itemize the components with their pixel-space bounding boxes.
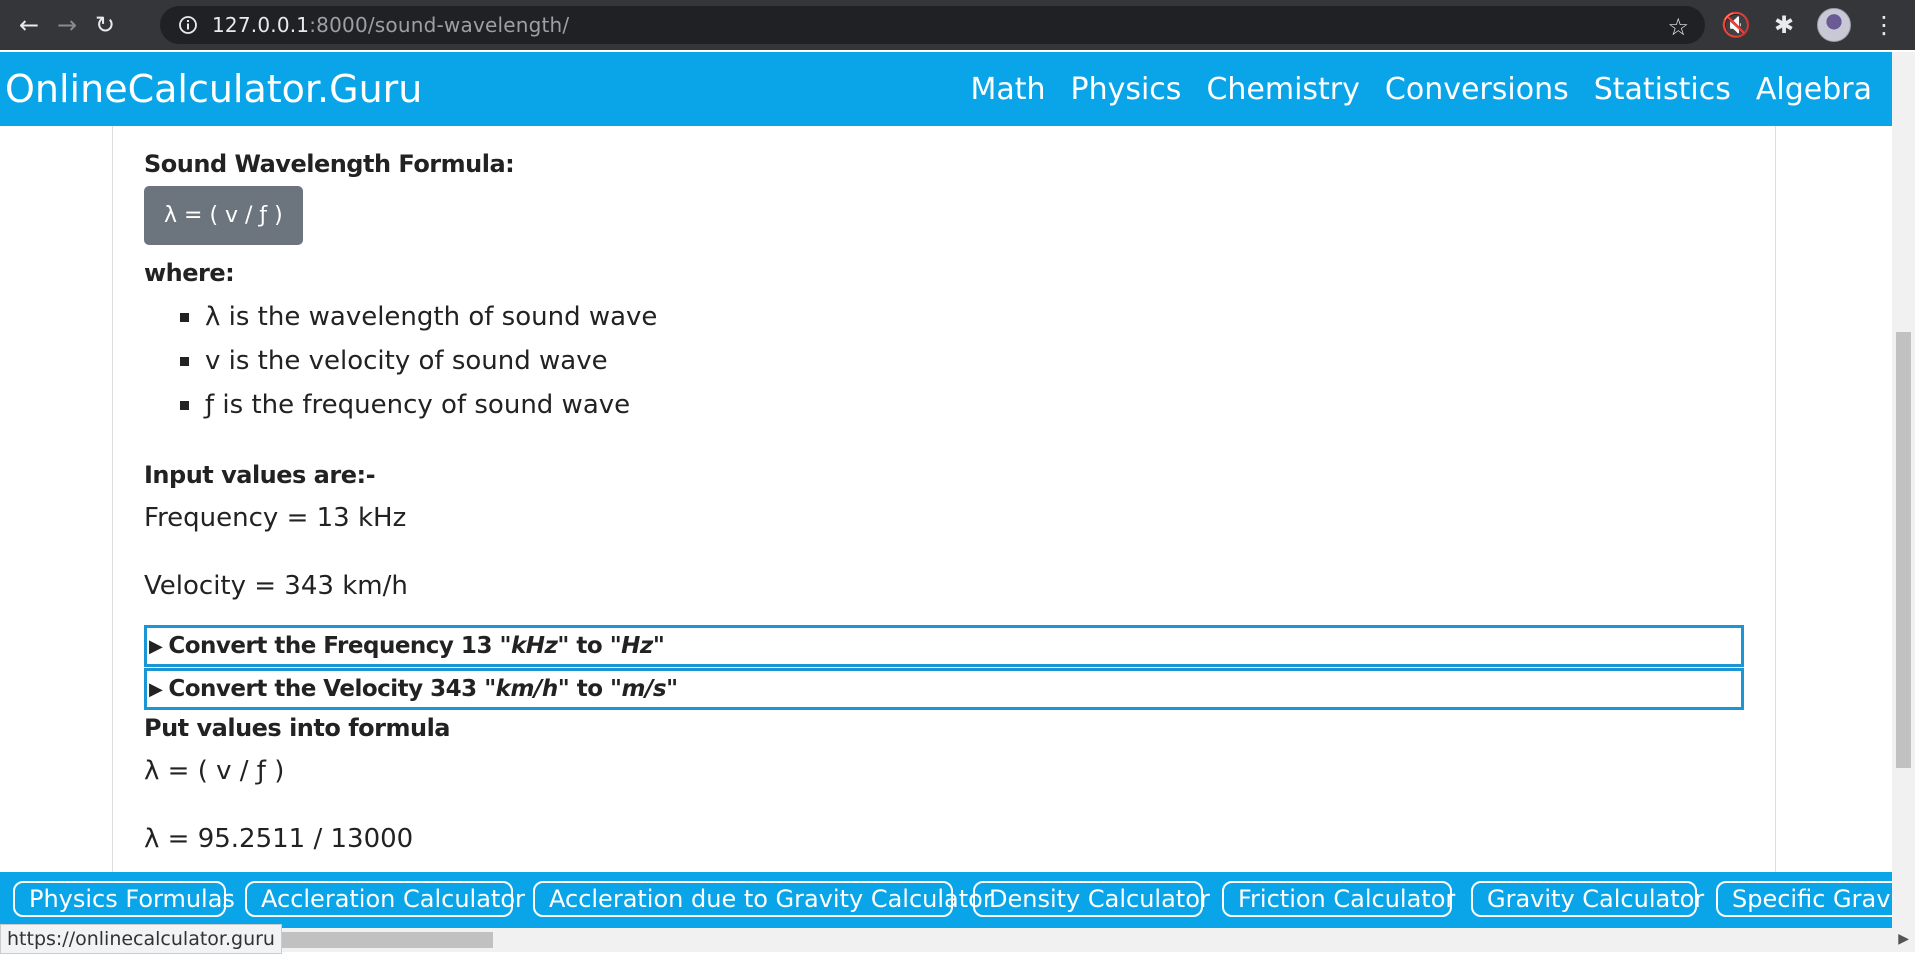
toolbar-right: 🔇 ✱ ⋮ <box>1721 0 1915 50</box>
main-content: Sound Wavelength Formula: λ = ( v / ƒ ) … <box>144 150 1744 854</box>
related-physics-formulas[interactable]: Physics Formulas <box>13 881 235 917</box>
arrow-left-icon: ← <box>18 11 40 39</box>
related-density-calculator[interactable]: Density Calculator <box>973 881 1210 917</box>
where-label: where: <box>144 259 235 287</box>
nav-conversions[interactable]: Conversions <box>1385 72 1569 107</box>
from-unit: "km/h" <box>484 676 570 702</box>
url-path: :8000/sound-wavelength/ <box>309 13 570 37</box>
related-gravity-calculator[interactable]: Gravity Calculator <box>1471 881 1704 917</box>
related-calculators-bar: Physics Formulas Accleration Calculator … <box>0 872 1892 928</box>
nav-physics[interactable]: Physics <box>1070 72 1181 107</box>
to-unit: "Hz" <box>609 633 665 659</box>
nav-math[interactable]: Math <box>970 72 1045 107</box>
info-icon[interactable] <box>178 15 198 35</box>
convert-velocity-toggle[interactable]: ▶ Convert the Velocity 343 "km/h" to "m/… <box>144 668 1744 710</box>
to-word: to <box>576 633 603 659</box>
convert-frequency-toggle[interactable]: ▶ Convert the Frequency 13 "kHz" to "Hz" <box>144 625 1744 667</box>
frequency-value: Frequency = 13 kHz <box>144 503 407 533</box>
disclosure-triangle-icon: ▶ <box>149 635 163 657</box>
convert-frequency-text: Convert the Frequency 13 <box>168 633 492 659</box>
status-url-bubble: https://onlinecalculator.guru <box>0 924 282 954</box>
site-logo[interactable]: OnlineCalculator.Guru <box>5 67 422 111</box>
to-unit: "m/s" <box>610 676 678 702</box>
to-word: to <box>576 676 603 702</box>
related-specific-gravity[interactable]: Specific Gravity <box>1716 881 1892 917</box>
address-bar[interactable]: 127.0.0.1:8000/sound-wavelength/ ☆ <box>160 6 1705 44</box>
menu-kebab-icon[interactable]: ⋮ <box>1869 11 1899 39</box>
site-header: OnlineCalculator.Guru Math Physics Chemi… <box>0 52 1892 126</box>
main-nav: Math Physics Chemistry Conversions Stati… <box>970 72 1872 107</box>
conversion-details: ▶ Convert the Frequency 13 "kHz" to "Hz"… <box>144 625 1744 710</box>
list-item: v is the velocity of sound wave <box>180 339 1744 383</box>
browser-toolbar: ← → ↻ 127.0.0.1:8000/sound-wavelength/ ☆… <box>0 0 1915 50</box>
mute-icon[interactable]: 🔇 <box>1721 11 1751 39</box>
extensions-icon[interactable]: ✱ <box>1769 11 1799 39</box>
profile-avatar[interactable] <box>1817 8 1851 42</box>
list-item: λ is the wavelength of sound wave <box>180 295 1744 339</box>
velocity-value: Velocity = 343 km/h <box>144 571 408 601</box>
scroll-right-arrow-icon[interactable]: ▶ <box>1898 931 1909 947</box>
formula-title: Sound Wavelength Formula: <box>144 150 515 178</box>
url-host: 127.0.0.1 <box>212 13 310 37</box>
forward-button[interactable]: → <box>48 6 86 44</box>
put-values-title: Put values into formula <box>144 714 450 742</box>
bookmark-star-icon[interactable]: ☆ <box>1667 13 1689 41</box>
nav-statistics[interactable]: Statistics <box>1594 72 1731 107</box>
url-text[interactable]: 127.0.0.1:8000/sound-wavelength/ <box>212 13 569 37</box>
reload-icon: ↻ <box>94 11 116 39</box>
from-unit: "kHz" <box>499 633 569 659</box>
related-gravity-acceleration-calculator[interactable]: Accleration due to Gravity Calculator <box>533 881 993 917</box>
related-acceleration-calculator[interactable]: Accleration Calculator <box>245 881 525 917</box>
formula-repeat: λ = ( v / ƒ ) <box>144 756 285 786</box>
reload-button[interactable]: ↻ <box>86 6 124 44</box>
related-friction-calculator[interactable]: Friction Calculator <box>1222 881 1455 917</box>
horizontal-scrollbar[interactable]: ▶ <box>0 928 1915 952</box>
formula-box: λ = ( v / ƒ ) <box>144 186 303 245</box>
substituted-formula: λ = 95.2511 / 13000 <box>144 824 414 854</box>
terms-list: λ is the wavelength of sound wave v is t… <box>144 295 1744 427</box>
arrow-right-icon: → <box>56 11 78 39</box>
vertical-scrollbar[interactable] <box>1892 52 1915 928</box>
disclosure-triangle-icon: ▶ <box>149 678 163 700</box>
scrollbar-thumb[interactable] <box>1896 332 1911 768</box>
input-title: Input values are:- <box>144 461 376 489</box>
nav-chemistry[interactable]: Chemistry <box>1206 72 1359 107</box>
convert-velocity-text: Convert the Velocity 343 <box>168 676 477 702</box>
list-item: ƒ is the frequency of sound wave <box>180 383 1744 427</box>
back-button[interactable]: ← <box>10 6 48 44</box>
nav-algebra[interactable]: Algebra <box>1756 72 1872 107</box>
